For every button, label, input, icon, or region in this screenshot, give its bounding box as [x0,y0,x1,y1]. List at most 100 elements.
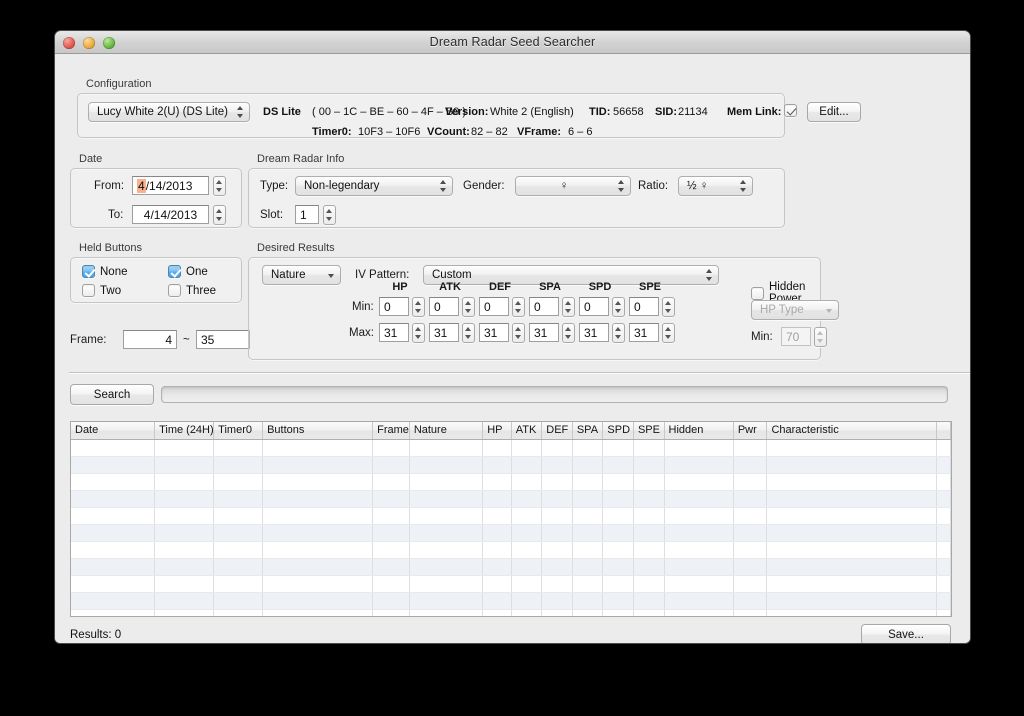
table-row[interactable] [71,541,951,559]
frame-min-field[interactable]: 4 [123,330,177,349]
iv-min-spd-stepper[interactable] [612,297,625,317]
table-cell [572,592,604,610]
iv-max-def-stepper[interactable] [512,323,525,343]
held-button-three-checkbox[interactable] [168,284,181,297]
column-header-pwr[interactable]: Pwr [733,422,768,440]
table-row[interactable] [71,524,951,542]
table-cell [766,592,937,610]
date-to-stepper[interactable] [213,205,226,225]
profile-select[interactable]: Lucy White 2(U) (DS Lite) [88,102,250,122]
iv-max-spa-field[interactable]: 31 [529,323,559,342]
zoom-button[interactable] [103,37,115,49]
iv-min-atk-field[interactable]: 0 [429,297,459,316]
column-header-atk[interactable]: ATK [511,422,543,440]
table-row[interactable] [71,507,951,525]
date-to-field[interactable]: 4/14/2013 [132,205,209,224]
table-row[interactable] [71,558,951,576]
table-row[interactable] [71,490,951,508]
column-header-spd[interactable]: SPD [602,422,634,440]
held-button-one[interactable]: One [168,265,208,278]
date-from-stepper[interactable] [213,176,226,196]
table-row[interactable] [71,609,951,616]
column-header-hidden[interactable]: Hidden [664,422,734,440]
table-cell [262,558,374,576]
iv-pattern-select[interactable]: Custom [423,265,719,285]
table-row[interactable] [71,439,951,457]
iv-min-def-field[interactable]: 0 [479,297,509,316]
date-from-field[interactable]: 4/14/2013 [132,176,209,195]
held-button-two[interactable]: Two [82,284,121,297]
iv-min-spa-field[interactable]: 0 [529,297,559,316]
edit-button[interactable]: Edit... [807,102,861,122]
held-button-none-checkbox[interactable] [82,265,95,278]
held-button-three[interactable]: Three [168,284,216,297]
table-cell [71,473,156,491]
window-titlebar[interactable]: Dream Radar Seed Searcher [55,31,970,54]
column-header-hp[interactable]: HP [482,422,512,440]
column-header-frame[interactable]: Frame [372,422,410,440]
column-header-buttons[interactable]: Buttons [262,422,374,440]
hp-type-value: HP Type [760,304,804,316]
iv-min-spa-stepper[interactable] [562,297,575,317]
table-cell [262,541,374,559]
slot-field[interactable]: 1 [295,205,319,224]
column-header-date[interactable]: Date [71,422,156,440]
stat-header-def: DEF [489,281,511,293]
table-row[interactable] [71,456,951,474]
nature-button[interactable]: Nature [262,265,341,285]
column-header-def[interactable]: DEF [541,422,573,440]
close-button[interactable] [63,37,75,49]
hp-min-field[interactable]: 70 [781,327,811,346]
hidden-power-checkbox[interactable] [751,286,764,300]
column-header-timer0[interactable]: Timer0 [213,422,264,440]
ratio-select[interactable]: ½ ♀ [678,176,753,196]
table-row[interactable] [71,473,951,491]
iv-min-spe-stepper[interactable] [662,297,675,317]
iv-max-spe-stepper[interactable] [662,323,675,343]
iv-max-spd-stepper[interactable] [612,323,625,343]
held-button-one-checkbox[interactable] [168,265,181,278]
iv-max-spd-field[interactable]: 31 [579,323,609,342]
save-button[interactable]: Save... [861,624,951,643]
minimize-button[interactable] [83,37,95,49]
slot-stepper[interactable] [323,205,336,225]
column-header-characteristic[interactable]: Characteristic [766,422,937,440]
desired-results-group-label: Desired Results [257,242,335,254]
type-select[interactable]: Non-legendary [295,176,453,196]
search-button[interactable]: Search [70,384,154,405]
mem-link-checkbox[interactable] [784,104,797,117]
iv-min-def-stepper[interactable] [512,297,525,317]
hp-min-stepper[interactable] [814,327,827,347]
held-button-none[interactable]: None [82,265,128,278]
table-cell [541,456,573,474]
iv-min-hp-stepper[interactable] [412,297,425,317]
table-row[interactable] [71,592,951,610]
column-header-spacer[interactable] [936,422,951,440]
iv-min-hp-field[interactable]: 0 [379,297,409,316]
held-button-two-checkbox[interactable] [82,284,95,297]
iv-max-hp-field[interactable]: 31 [379,323,409,342]
table-cell [936,558,951,576]
configuration-group-label: Configuration [86,78,152,90]
table-cell [633,456,665,474]
hp-type-select[interactable]: HP Type [751,300,839,320]
iv-max-spe-field[interactable]: 31 [629,323,659,342]
iv-max-spa-stepper[interactable] [562,323,575,343]
table-row[interactable] [71,575,951,593]
iv-max-def-field[interactable]: 31 [479,323,509,342]
column-header-spe[interactable]: SPE [633,422,665,440]
gender-select[interactable]: ♀ [515,176,631,196]
iv-min-spe-field[interactable]: 0 [629,297,659,316]
results-table[interactable]: Date Time (24H) Timer0 Buttons Frame Nature HP… [70,421,952,617]
iv-min-spd-field[interactable]: 0 [579,297,609,316]
column-header-time-24h[interactable]: Time (24H) [154,422,215,440]
iv-min-atk-stepper[interactable] [462,297,475,317]
table-cell [154,541,215,559]
iv-max-atk-stepper[interactable] [462,323,475,343]
iv-max-hp-stepper[interactable] [412,323,425,343]
table-cell [154,473,215,491]
iv-max-atk-field[interactable]: 31 [429,323,459,342]
column-header-nature[interactable]: Nature [409,422,484,440]
frame-max-field[interactable]: 35 [196,330,250,349]
column-header-spa[interactable]: SPA [572,422,604,440]
